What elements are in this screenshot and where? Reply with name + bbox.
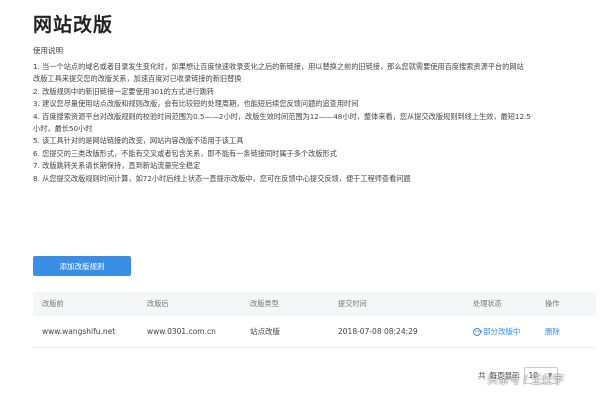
note-line: 改版工具来提交您的改版关系，加速百度对已收录链接的新旧替换 [33,74,242,84]
header-before: 改版前 [42,299,64,308]
watermark: 头条号 / 王仕宇 [487,373,564,386]
note-line: 小时，最长50小时 [33,124,93,134]
note-line: 6. 您提交的三类改版形式，不能有交叉或者包含关系，即不能有一条链接同时属于多个… [33,148,337,158]
note-line: 8. 从您提交改版规则时间计算，如72小时后线上状态一直提示改版中，您可在反馈中… [33,173,411,183]
delete-link[interactable]: 删除 [545,326,560,337]
usage-notes: 1. 当一个站点的域名或者目录发生变化时，如果想让百度快速收录变化之后的新链接，… [33,61,593,185]
header-action: 操作 [545,299,560,308]
ellipsis-circle-icon: ••• [473,327,483,336]
rules-table: 改版前 改版后 改版类型 提交时间 处理状态 操作 www.wangshifu.… [33,292,596,348]
page-title: 网站改版 [33,14,114,36]
cell-before: www.wangshifu.net [42,327,116,336]
note-line: 1. 当一个站点的域名或者目录发生变化时，如果想让百度快速收录变化之后的新链接，… [33,62,524,71]
table-row: www.wangshifu.net www.0301.com.cn 站点改版 2… [33,316,596,348]
note-line: 7. 改版跳转关系请长期保持，直到新站流量完全稳定 [33,161,201,171]
header-after: 改版后 [147,299,169,308]
status-label: 部分改版中 [483,327,521,336]
cell-after: www.0301.com.cn [147,327,216,336]
usage-section-title: 使用说明 [33,46,63,55]
header-status: 处理状态 [473,299,502,308]
note-line: 2. 改版规则中的新旧链接一定要使用301的方式进行跳转 [33,86,214,96]
add-rule-button[interactable]: 添加改版规则 [33,256,131,276]
cell-time: 2018-07-08 08:24:29 [338,327,418,336]
header-type: 改版类型 [250,299,279,308]
header-time: 提交时间 [338,299,367,308]
note-line: 3. 建议您尽量使用站点改版和规则改版，会有比较短的处理周期，也能短后续您反馈问… [33,99,359,109]
status-link[interactable]: ••• 部分改版中 [473,326,521,337]
total-label: 共 [478,371,486,380]
note-line: 4. 百度搜索资源平台对改版规则的校验时间范围为0.5——2小时，改版生效时间范… [33,111,531,121]
note-line: 5. 该工具针对的是网站链接的改变，网站内容改版不适用于该工具 [33,136,244,146]
table-header: 改版前 改版后 改版类型 提交时间 处理状态 操作 [33,292,596,316]
cell-type: 站点改版 [250,327,280,336]
